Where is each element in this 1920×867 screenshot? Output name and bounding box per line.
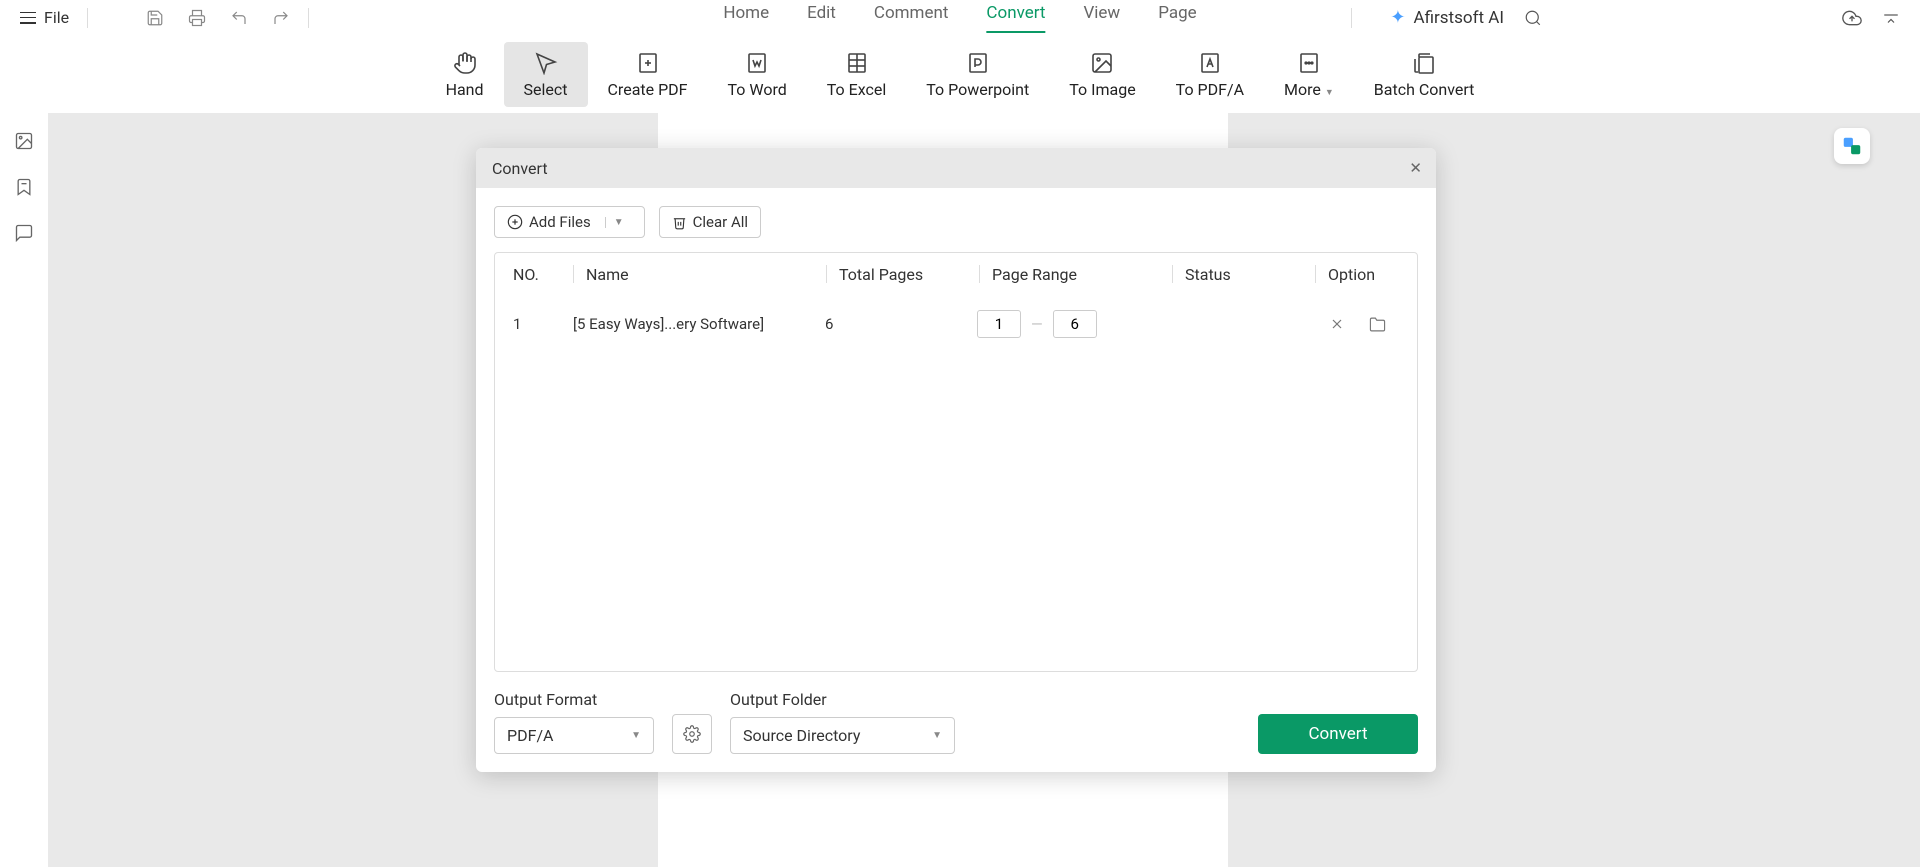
ribbon-label: Hand [446, 80, 484, 99]
col-header-no: NO. [513, 265, 573, 284]
left-sidebar [0, 113, 48, 243]
ribbon-to-excel[interactable]: To Excel [807, 42, 907, 107]
dialog-header: Convert ✕ [476, 148, 1436, 188]
output-format-label: Output Format [494, 690, 654, 709]
add-files-label: Add Files [529, 213, 591, 231]
chevron-down-icon[interactable]: ▼ [605, 217, 632, 228]
add-files-button[interactable]: Add Files ▼ [494, 206, 645, 238]
ribbon-to-pdfa[interactable]: To PDF/A [1156, 42, 1264, 107]
tab-home[interactable]: Home [723, 3, 769, 33]
ribbon-label: To Powerpoint [926, 80, 1029, 99]
ribbon-label: Batch Convert [1374, 80, 1475, 99]
ribbon-create-pdf[interactable]: Create PDF [588, 42, 708, 107]
file-label: File [44, 8, 69, 27]
ai-brand[interactable]: ✦ Afirstsoft AI [1390, 7, 1504, 28]
tab-page[interactable]: Page [1158, 3, 1196, 33]
menu-collapse-icon[interactable] [1882, 9, 1900, 27]
range-to-input[interactable] [1053, 310, 1097, 338]
tab-comment[interactable]: Comment [874, 3, 949, 33]
clear-all-button[interactable]: Clear All [659, 206, 761, 238]
trash-icon [672, 215, 687, 230]
row-name: [5 Easy Ways]...ery Software] [573, 315, 825, 333]
print-icon[interactable] [188, 9, 206, 27]
dialog-title: Convert [492, 159, 548, 178]
ribbon-to-word[interactable]: To Word [708, 42, 807, 107]
ribbon-hand[interactable]: Hand [426, 42, 504, 107]
row-no: 1 [513, 315, 573, 333]
divider [87, 8, 88, 28]
tab-convert[interactable]: Convert [986, 3, 1045, 33]
col-header-page-range: Page Range [992, 265, 1172, 284]
search-icon[interactable] [1524, 9, 1542, 27]
ribbon-to-image[interactable]: To Image [1049, 42, 1155, 107]
thumbnail-icon[interactable] [14, 131, 34, 151]
open-folder-icon[interactable] [1369, 316, 1386, 333]
range-dash: — [1031, 315, 1043, 333]
powerpoint-icon [965, 50, 991, 76]
col-header-status: Status [1185, 265, 1315, 284]
batch-icon [1411, 50, 1437, 76]
ribbon-select[interactable]: Select [504, 42, 588, 107]
table-row: 1 [5 Easy Ways]...ery Software] 6 — [495, 296, 1417, 352]
close-icon[interactable]: ✕ [1409, 159, 1422, 177]
tab-view[interactable]: View [1083, 3, 1120, 33]
top-tabs: Home Edit Comment Convert View Page [723, 3, 1196, 33]
bookmark-icon[interactable] [14, 177, 34, 197]
cloud-icon[interactable] [1842, 8, 1862, 28]
plus-circle-icon [507, 214, 523, 230]
more-icon [1296, 50, 1322, 76]
output-folder-value: Source Directory [743, 726, 860, 745]
ribbon-label: Select [524, 80, 568, 99]
ribbon-label: To PDF/A [1176, 80, 1244, 99]
chevron-down-icon: ▼ [631, 730, 641, 741]
convert-dialog: Convert ✕ Add Files ▼ Clear All NO. Name… [476, 148, 1436, 772]
remove-row-icon[interactable] [1329, 316, 1345, 333]
cursor-icon [533, 50, 559, 76]
float-translate-icon[interactable] [1834, 128, 1870, 164]
convert-button[interactable]: Convert [1258, 714, 1418, 754]
excel-icon [844, 50, 870, 76]
hamburger-icon [20, 12, 36, 24]
file-menu[interactable]: File [20, 8, 69, 27]
ribbon-to-powerpoint[interactable]: To Powerpoint [906, 42, 1049, 107]
col-header-name: Name [586, 265, 826, 284]
create-pdf-icon [635, 50, 661, 76]
ribbon-more[interactable]: More▼ [1264, 42, 1354, 107]
ribbon-label: To Image [1069, 80, 1135, 99]
image-icon [1089, 50, 1115, 76]
range-from-input[interactable] [977, 310, 1021, 338]
col-header-option: Option [1328, 265, 1399, 284]
output-folder-select[interactable]: Source Directory ▼ [730, 717, 955, 754]
output-folder-label: Output Folder [730, 690, 955, 709]
ribbon-batch-convert[interactable]: Batch Convert [1354, 42, 1495, 107]
file-table: NO. Name Total Pages Page Range Status O… [494, 252, 1418, 672]
output-format-value: PDF/A [507, 726, 553, 745]
row-total-pages: 6 [825, 315, 977, 333]
save-icon[interactable] [146, 9, 164, 27]
undo-icon[interactable] [230, 9, 248, 27]
divider [1351, 8, 1352, 28]
pdfa-icon [1197, 50, 1223, 76]
tab-edit[interactable]: Edit [807, 3, 836, 33]
ai-label: Afirstsoft AI [1414, 8, 1504, 28]
divider [308, 8, 309, 28]
ribbon-label: To Excel [827, 80, 887, 99]
redo-icon[interactable] [272, 9, 290, 27]
chevron-down-icon: ▼ [932, 730, 942, 741]
ribbon-label: To Word [728, 80, 787, 99]
hand-icon [452, 50, 478, 76]
ribbon-label: More▼ [1284, 80, 1334, 99]
word-icon [744, 50, 770, 76]
col-header-total-pages: Total Pages [839, 265, 979, 284]
comment-icon[interactable] [14, 223, 34, 243]
clear-all-label: Clear All [693, 213, 748, 231]
ribbon-toolbar: Hand Select Create PDF To Word To Excel … [0, 35, 1920, 113]
format-settings-button[interactable] [672, 714, 712, 754]
sparkle-icon: ✦ [1390, 7, 1405, 28]
ribbon-label: Create PDF [608, 80, 688, 99]
output-format-select[interactable]: PDF/A ▼ [494, 717, 654, 754]
